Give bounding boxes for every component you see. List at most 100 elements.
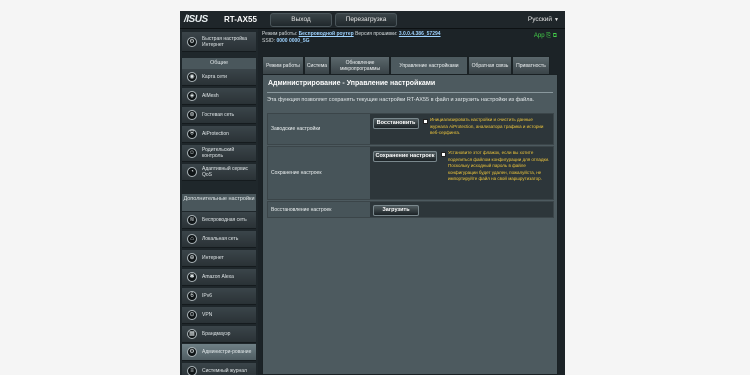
factory-default-content: Восстановить Инициализировать настройки … <box>370 114 553 144</box>
sidebar: ⚙ Быстрая настройка Интернет Общие ◉ Кар… <box>180 29 258 375</box>
tab-firmware-upgrade[interactable]: Обновление микропрограммы <box>330 56 390 74</box>
sidebar-item-firewall[interactable]: ▦ Брандмауэр <box>182 326 256 343</box>
save-settings-label: Сохранение настроек <box>268 147 370 199</box>
save-settings-content: Сохранение настроек Установите этот флаж… <box>370 147 553 199</box>
sidebar-item-qos[interactable]: ◔ Адаптивный сервис QoS <box>182 164 256 181</box>
app-label[interactable]: App <box>534 33 545 39</box>
restore-button[interactable]: Восстановить <box>373 118 419 129</box>
globe-icon: ⊕ <box>187 253 197 263</box>
sidebar-item-administration[interactable]: ⚙ Администри-рование <box>182 344 256 361</box>
operation-mode-link[interactable]: Беспроводной роутер <box>299 31 354 37</box>
qos-icon: ◔ <box>187 167 197 177</box>
shield-icon: ⛨ <box>187 129 197 139</box>
sidebar-item-label: Родительский контроль <box>202 147 235 159</box>
settings-panel: Администрирование - Управление настройка… <box>262 74 558 375</box>
tab-system[interactable]: Система <box>304 56 330 74</box>
sidebar-item-label: Локальная сеть <box>202 236 239 242</box>
status-info: Режим работы: Беспроводной роутер Версия… <box>262 31 441 45</box>
factory-default-row: Заводские настройки Восстановить Инициал… <box>267 113 554 145</box>
tab-operation-mode[interactable]: Режим работы <box>262 56 304 74</box>
restore-settings-row: Восстановление настроек Загрузить <box>267 201 554 218</box>
page-description: Эта функция позволяет сохранять текущие … <box>267 97 535 103</box>
sidebar-item-alexa[interactable]: ✱ Amazon Alexa <box>182 269 256 286</box>
sidebar-item-wireless[interactable]: ≋ Беспроводная сеть <box>182 212 256 229</box>
quick-setup-icon: ⚙ <box>187 36 197 47</box>
language-label: Русский <box>527 16 553 23</box>
sidebar-item-guest-network[interactable]: ⊛ Гостевая сеть <box>182 107 256 124</box>
sidebar-item-label: Интернет <box>202 255 224 261</box>
vpn-icon: ⊙ <box>187 310 197 320</box>
initialize-checkbox[interactable] <box>423 119 428 124</box>
title-divider <box>267 92 553 93</box>
restore-settings-label: Восстановление настроек <box>268 202 370 217</box>
firewall-icon: ▦ <box>187 329 197 339</box>
usb-icon[interactable]: ⎘ <box>546 33 551 39</box>
share-config-note: Установите этот флажок, если вы хотите п… <box>448 150 550 181</box>
main-content: Режим работы: Беспроводной роутер Версия… <box>260 29 565 375</box>
sidebar-item-quick-setup[interactable]: ⚙ Быстрая настройка Интернет <box>182 32 256 52</box>
chevron-down-icon: ▼ <box>554 17 559 23</box>
sidebar-item-network-map[interactable]: ◉ Карта сети <box>182 69 256 86</box>
firmware-link[interactable]: 3.0.0.4.386_57294 <box>399 31 441 37</box>
sidebar-item-aimesh[interactable]: ◈ AiMesh <box>182 88 256 105</box>
sidebar-item-label: Amazon Alexa <box>202 274 234 280</box>
reboot-button[interactable]: Перезагрузка <box>335 13 397 27</box>
network-status-icon[interactable]: ⧉ <box>553 33 557 39</box>
guest-network-icon: ⊛ <box>187 110 197 120</box>
sidebar-item-system-log[interactable]: ≡ Системный журнал <box>182 363 256 375</box>
admin-icon: ⚙ <box>187 347 197 357</box>
ssid-label: SSID: <box>262 38 276 44</box>
sidebar-item-vpn[interactable]: ⊙ VPN <box>182 307 256 324</box>
sidebar-item-label: AiMesh <box>202 93 219 99</box>
status-icons: App ⎘ ⧉ <box>534 33 557 40</box>
sidebar-item-parental-control[interactable]: ☺ Родительский контроль <box>182 145 256 162</box>
operation-mode-line: Режим работы: Беспроводной роутер Версия… <box>262 31 441 38</box>
sidebar-item-label: Администри-рование <box>202 349 252 355</box>
initialize-note: Инициализировать настройки и очистить да… <box>430 117 544 135</box>
ssid-line: SSID: 0000 0000_5G <box>262 38 441 45</box>
network-map-icon: ◉ <box>187 72 197 82</box>
sidebar-item-label: Гостевая сеть <box>202 112 235 118</box>
wireless-icon: ≋ <box>187 215 197 225</box>
sidebar-item-aiprotection[interactable]: ⛨ AiProtection <box>182 126 256 143</box>
sidebar-item-label: IPv6 <box>202 293 213 299</box>
router-admin-window: /ISUS RT-AX55 Выход Перезагрузка Русский… <box>180 11 565 375</box>
language-select[interactable]: Русский ▼ <box>501 13 559 27</box>
sidebar-item-label: Карта сети <box>202 74 227 80</box>
syslog-icon: ≡ <box>187 366 197 375</box>
aimesh-icon: ◈ <box>187 91 197 101</box>
sidebar-item-label: Беспроводная сеть <box>202 217 247 223</box>
tab-settings-management[interactable]: Управление настройками <box>390 56 468 74</box>
upload-button[interactable]: Загрузить <box>373 205 419 216</box>
model-name: RT-AX55 <box>224 15 257 24</box>
tab-feedback[interactable]: Обратная связь <box>468 56 512 74</box>
firmware-label: Версия прошивки: <box>355 31 398 37</box>
operation-mode-label: Режим работы: <box>262 31 298 37</box>
logout-button[interactable]: Выход <box>270 13 332 27</box>
restore-settings-content: Загрузить <box>370 202 553 217</box>
ssid-5g: 0000_5G <box>288 38 310 44</box>
sidebar-header-general: Общие <box>182 58 256 69</box>
sidebar-item-label: Системный журнал <box>202 368 247 374</box>
sidebar-item-label: Быстрая настройка Интернет <box>202 35 248 48</box>
page-title: Администрирование - Управление настройка… <box>268 80 436 87</box>
sidebar-item-label: Адаптивный сервис QoS <box>202 166 249 178</box>
share-config-checkbox[interactable] <box>441 152 446 157</box>
lan-icon: ⌂ <box>187 234 197 244</box>
sidebar-item-label: VPN <box>202 312 213 318</box>
tab-privacy[interactable]: Приватность <box>512 56 550 74</box>
sidebar-item-internet[interactable]: ⊕ Интернет <box>182 250 256 267</box>
alexa-icon: ✱ <box>187 272 197 282</box>
sidebar-item-label: AiProtection <box>202 131 229 137</box>
sidebar-item-label: Брандмауэр <box>202 331 231 337</box>
save-settings-button[interactable]: Сохранение настроек <box>373 151 437 162</box>
sidebar-item-ipv6[interactable]: 6 IPv6 <box>182 288 256 305</box>
asus-logo: /ISUS <box>184 14 208 25</box>
sidebar-item-lan[interactable]: ⌂ Локальная сеть <box>182 231 256 248</box>
tab-bar: Режим работы Система Обновление микропро… <box>262 56 562 74</box>
ssid-24g: 0000 <box>276 38 288 44</box>
factory-default-label: Заводские настройки <box>268 114 370 144</box>
save-settings-row: Сохранение настроек Сохранение настроек … <box>267 146 554 200</box>
top-bar: /ISUS RT-AX55 Выход Перезагрузка Русский… <box>180 11 565 29</box>
sidebar-header-advanced: Дополнительные настройки <box>182 194 256 211</box>
